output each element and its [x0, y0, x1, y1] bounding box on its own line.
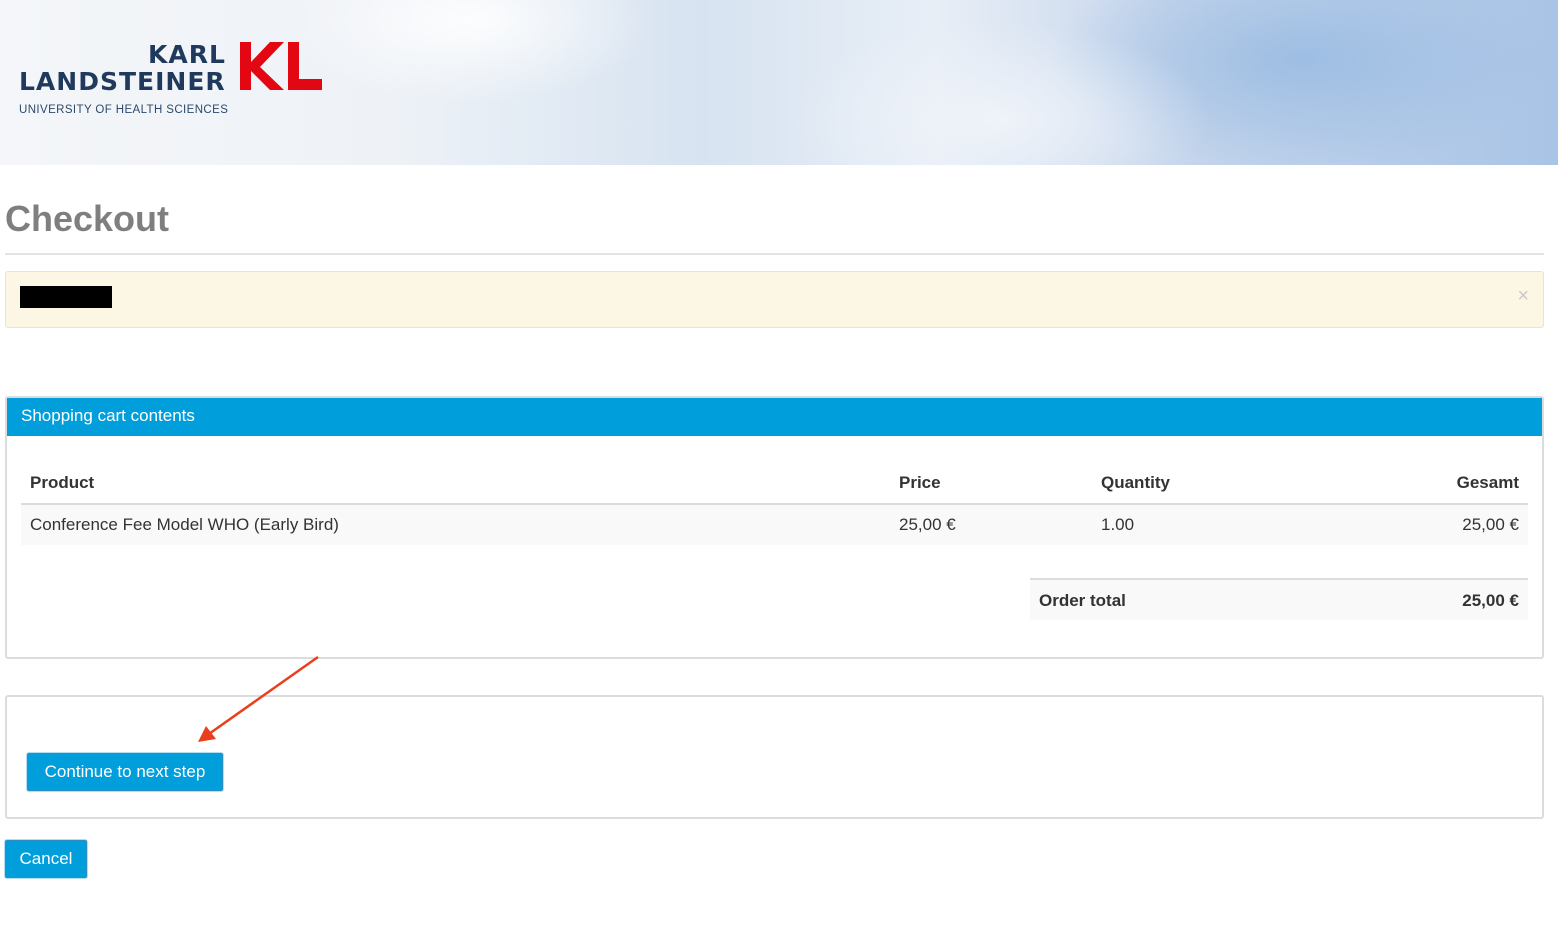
- cell-price: 25,00 €: [890, 504, 1092, 545]
- alert-message-box: [redacted] ×: [5, 271, 1544, 328]
- header-banner: KARL LANDSTEINER UNIVERSITY OF HEALTH SC…: [0, 0, 1558, 165]
- cell-product: Conference Fee Model WHO (Early Bird): [21, 504, 890, 545]
- page-title: Checkout: [5, 198, 170, 239]
- continue-to-next-step-button[interactable]: Continue to next step: [27, 753, 223, 791]
- logo-line-karl: KARL: [148, 40, 226, 69]
- order-total-value: 25,00 €: [1462, 591, 1519, 610]
- arrow-annotation-icon: [198, 655, 319, 742]
- close-icon[interactable]: ×: [1517, 286, 1529, 306]
- cart-table-header-row: Product Price Quantity Gesamt: [21, 464, 1528, 505]
- cart-table: Product Price Quantity Gesamt Conference…: [21, 464, 1528, 545]
- logo-subtitle: UNIVERSITY OF HEALTH SCIENCES: [19, 104, 229, 116]
- cancel-button[interactable]: Cancel: [5, 840, 87, 878]
- logo-line-landsteiner: LANDSTEINER: [19, 67, 226, 96]
- redacted-alert-text: [redacted]: [20, 286, 112, 308]
- university-logo[interactable]: KARL LANDSTEINER UNIVERSITY OF HEALTH SC…: [18, 38, 338, 128]
- order-total-row: Order total 25,00 €: [1030, 578, 1528, 620]
- cell-total: 25,00 €: [1292, 504, 1528, 545]
- table-row: Conference Fee Model WHO (Early Bird) 25…: [21, 504, 1528, 545]
- column-header-total: Gesamt: [1292, 464, 1528, 505]
- kl-logo-mark-icon: [240, 42, 322, 90]
- column-header-quantity: Quantity: [1092, 464, 1292, 505]
- column-header-price: Price: [890, 464, 1092, 505]
- cell-quantity: 1.00: [1092, 504, 1292, 545]
- shopping-cart-panel: Shopping cart contents Product Price Qua…: [5, 396, 1544, 659]
- cart-panel-title: Shopping cart contents: [7, 398, 1542, 436]
- title-divider: [5, 253, 1544, 255]
- column-header-product: Product: [21, 464, 890, 505]
- order-total-label: Order total: [1039, 591, 1126, 610]
